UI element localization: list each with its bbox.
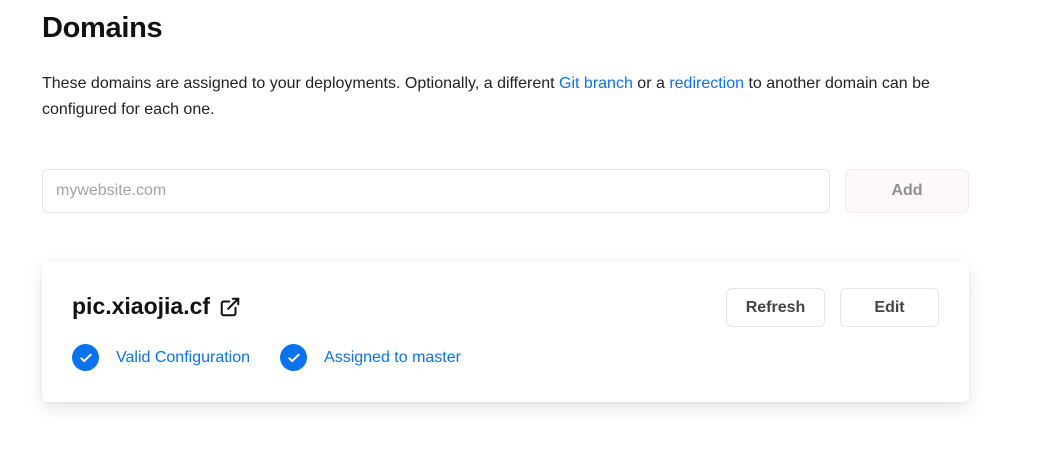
- redirection-link[interactable]: redirection: [669, 75, 744, 92]
- domain-link[interactable]: pic.xiaojia.cf: [72, 293, 241, 320]
- check-circle-icon: [72, 344, 99, 371]
- status-label: Assigned to master: [324, 348, 461, 366]
- add-domain-button[interactable]: Add: [845, 169, 969, 213]
- page-description: These domains are assigned to your deplo…: [42, 71, 962, 123]
- refresh-button[interactable]: Refresh: [726, 288, 825, 327]
- status-valid-configuration: Valid Configuration: [72, 344, 250, 371]
- status-assigned-master: Assigned to master: [280, 344, 461, 371]
- description-text-middle: or a: [632, 75, 670, 92]
- status-label: Valid Configuration: [116, 348, 251, 366]
- domain-status-row: Valid Configuration Assigned to master: [72, 344, 491, 371]
- edit-button[interactable]: Edit: [840, 288, 939, 327]
- domain-input[interactable]: [42, 169, 830, 213]
- external-link-icon: [220, 297, 240, 316]
- domains-page: Domains These domains are assigned to yo…: [0, 0, 1054, 461]
- domain-name: pic.xiaojia.cf: [72, 293, 211, 319]
- git-branch-link[interactable]: Git branch: [559, 75, 633, 92]
- description-text-start: These domains are assigned to your deplo…: [42, 75, 560, 92]
- domain-card: pic.xiaojia.cf Refresh Edit Valid Config…: [42, 262, 969, 402]
- page-title: Domains: [42, 12, 163, 44]
- check-circle-icon: [280, 344, 308, 371]
